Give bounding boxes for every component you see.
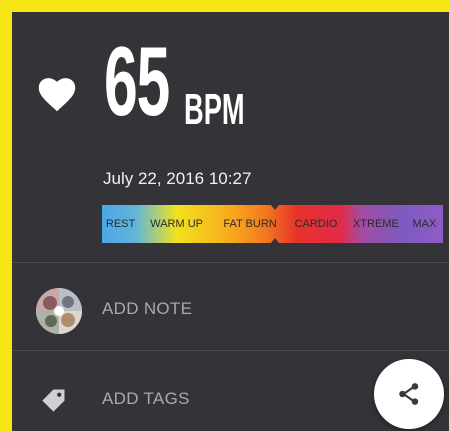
- zone-fat-burn: FAT BURN: [223, 218, 277, 230]
- heart-rate-zone-bar: REST WARM UP FAT BURN CARDIO XTREME MAX: [102, 205, 443, 243]
- divider: [12, 350, 449, 351]
- zone-cardio: CARDIO: [294, 218, 338, 230]
- divider: [12, 262, 449, 263]
- tag-icon: [42, 389, 65, 412]
- add-note-button[interactable]: ADD NOTE: [102, 299, 192, 319]
- zone-rest: REST: [105, 218, 136, 230]
- zone-xtreme: XTREME: [352, 218, 399, 230]
- heart-rate-card: 65 BPM July 22, 2016 10:27 REST WARM UP …: [12, 12, 449, 431]
- zone-warm-up: WARM UP: [150, 218, 203, 230]
- heart-icon: [38, 78, 76, 112]
- bpm-unit: BPM: [184, 85, 245, 134]
- add-tags-button[interactable]: ADD TAGS: [102, 389, 190, 409]
- reading-timestamp: July 22, 2016 10:27: [103, 169, 252, 188]
- bpm-value: 65: [104, 26, 170, 136]
- zone-marker-bottom: [271, 238, 279, 243]
- note-avatar[interactable]: [36, 288, 82, 334]
- zone-marker-top: [271, 205, 279, 210]
- zone-max: MAX: [412, 218, 437, 230]
- share-icon: [399, 383, 419, 405]
- share-button[interactable]: [374, 359, 444, 429]
